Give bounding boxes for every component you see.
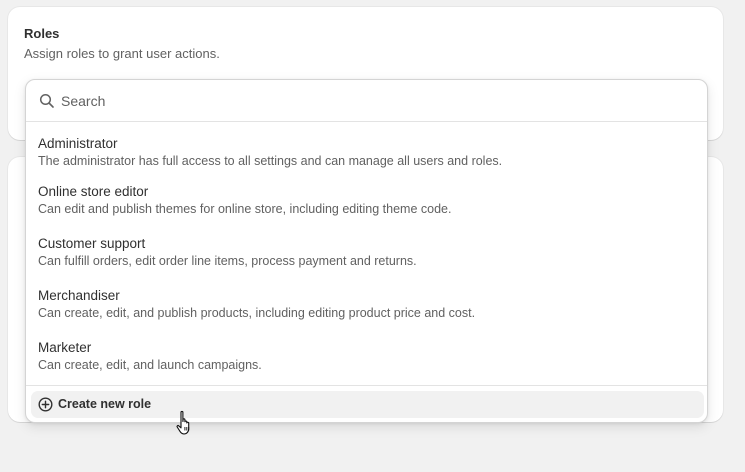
hand-pointer-icon (176, 410, 190, 435)
create-new-role-button[interactable]: Create new role (31, 391, 704, 418)
search-icon (39, 93, 54, 108)
role-option-online-store-editor[interactable]: Online store editor Can edit and publish… (26, 170, 707, 218)
role-name: Online store editor (38, 184, 149, 199)
search-bar (26, 80, 707, 122)
role-description: The administrator has full access to all… (38, 154, 503, 168)
search-input[interactable] (61, 89, 681, 113)
role-name: Customer support (38, 236, 146, 251)
divider (26, 385, 707, 386)
role-option-marketer[interactable]: Marketer Can create, edit, and launch ca… (26, 326, 707, 374)
roles-dropdown: Administrator The administrator has full… (25, 79, 708, 423)
role-name: Marketer (38, 340, 92, 355)
role-option-administrator[interactable]: Administrator The administrator has full… (26, 122, 707, 170)
roles-card-subtitle: Assign roles to grant user actions. (24, 46, 220, 61)
role-description: Can create, edit, and launch campaigns. (38, 358, 262, 372)
role-description: Can create, edit, and publish products, … (38, 306, 476, 320)
role-option-customer-support[interactable]: Customer support Can fulfill orders, edi… (26, 222, 707, 270)
plus-circle-icon (38, 397, 53, 412)
role-name: Administrator (38, 136, 118, 151)
create-new-role-label: Create new role (58, 397, 152, 411)
role-name: Merchandiser (38, 288, 120, 303)
role-option-merchandiser[interactable]: Merchandiser Can create, edit, and publi… (26, 274, 707, 322)
roles-card-title: Roles (24, 26, 60, 41)
role-description: Can edit and publish themes for online s… (38, 202, 452, 216)
role-description: Can fulfill orders, edit order line item… (38, 254, 417, 268)
